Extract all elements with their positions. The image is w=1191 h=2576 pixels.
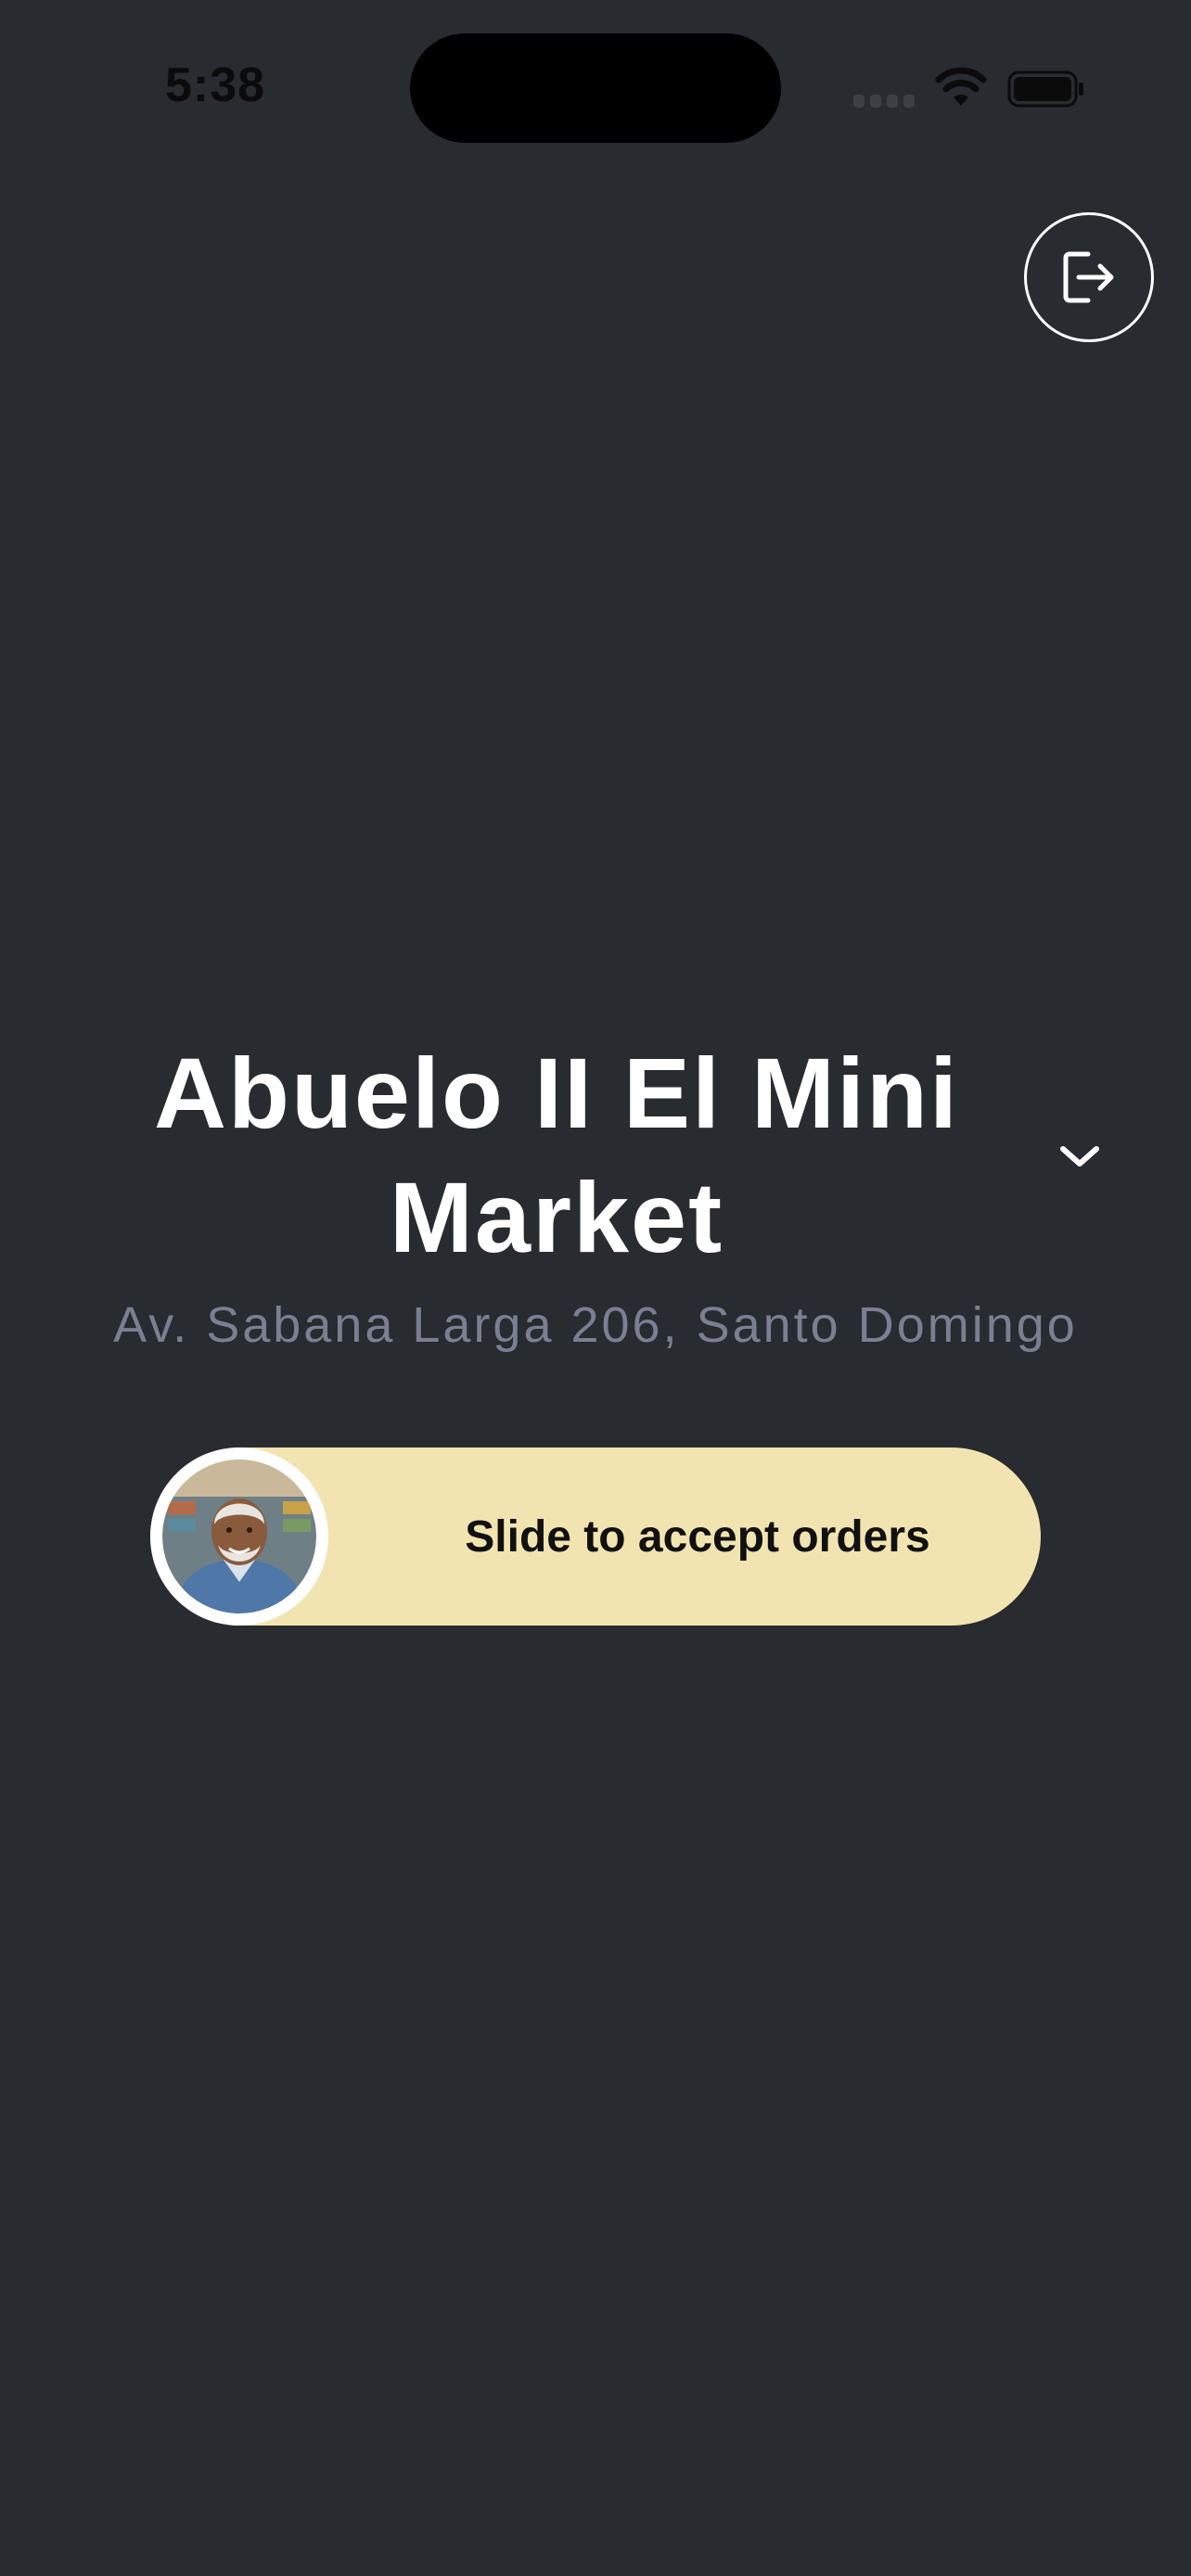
slider-knob[interactable] xyxy=(150,1447,328,1626)
accept-orders-slider[interactable]: Slide to accept orders xyxy=(150,1447,1041,1626)
cellular-signal-icon xyxy=(853,95,915,109)
slider-label: Slide to accept orders xyxy=(465,1511,930,1562)
status-time: 5:38 xyxy=(165,58,266,112)
store-name: Abuelo II El Mini Market xyxy=(154,1037,959,1273)
battery-icon xyxy=(1007,70,1083,108)
store-address: Av. Sabana Larga 206, Santo Domingo xyxy=(113,1297,1078,1353)
store-logo-avatar xyxy=(162,1460,316,1613)
logout-button[interactable] xyxy=(1024,212,1154,342)
chevron-down-icon xyxy=(1060,1146,1099,1167)
status-bar: 5:38 xyxy=(0,0,1191,176)
logout-icon xyxy=(1063,251,1114,303)
store-selector-button[interactable] xyxy=(1052,1133,1108,1180)
dynamic-island xyxy=(410,33,781,143)
wifi-icon xyxy=(935,67,987,106)
